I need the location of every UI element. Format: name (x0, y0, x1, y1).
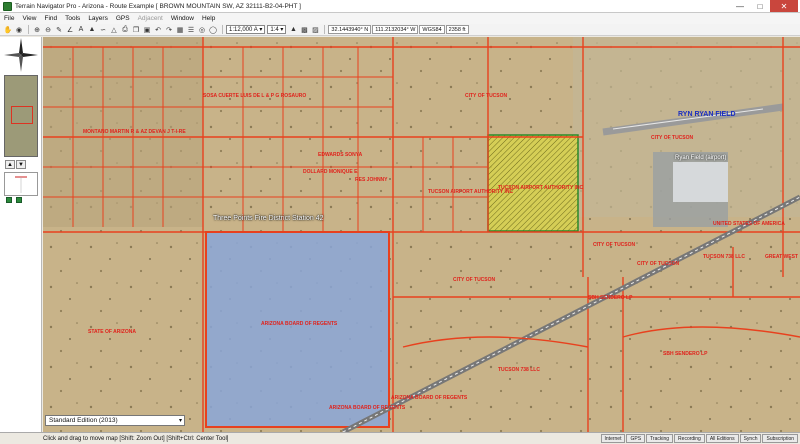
map-viewport[interactable]: RYN RYAN FIELD Ryan Field (airport) Thre… (43, 37, 800, 432)
parcel-label: CITY OF TUCSON (465, 93, 508, 99)
app-window: Terrain Navigator Pro - Arizona - Route … (0, 0, 800, 444)
layers-icon[interactable]: ☰ (186, 25, 196, 35)
grid-icon[interactable]: ▦ (175, 25, 185, 35)
app-logo-icon (3, 1, 12, 11)
left-panel: ▲ ▼ (0, 37, 42, 432)
menu-view[interactable]: View (22, 15, 36, 22)
edition-select[interactable]: Standard Edition (2013) ▾ (45, 415, 185, 426)
title-bar: Terrain Navigator Pro - Arizona - Route … (0, 0, 800, 13)
parcel-label: UNITED STATES OF AMERICA (713, 221, 785, 227)
parcel-label: DOLLARD MONIQUE E (303, 169, 358, 175)
window-title: Terrain Navigator Pro - Arizona - Route … (15, 2, 301, 10)
overview-viewport[interactable] (11, 106, 33, 124)
menu-help[interactable]: Help (202, 15, 215, 22)
status-internet: Internet (600, 434, 626, 443)
gps-icon[interactable]: ◎ (197, 25, 207, 35)
aerial-icon[interactable]: ▩ (299, 25, 309, 35)
parcel-label: CITY OF TUCSON (593, 242, 636, 248)
menu-tools[interactable]: Tools (65, 15, 80, 22)
datum-readout: WGS84 (419, 25, 445, 34)
parcel-label: SBH SENDERO LP (588, 295, 633, 301)
terrain-icon[interactable]: ▲ (288, 25, 298, 35)
longitude-readout: 111.2132034° W (372, 25, 419, 34)
waypoint-icon[interactable]: ▲ (87, 25, 97, 35)
profile-icon[interactable]: △ (109, 25, 119, 35)
parcel-label: MONTANO MARTIN R & AZ DEVAN J T-I-RE (83, 129, 186, 135)
text-tool-icon[interactable]: A (76, 25, 86, 35)
airport-label: RYN RYAN FIELD (678, 111, 736, 118)
toolbar: ✋ ◉ ⊕ ⊖ ✎ ∠ A ▲ ∽ △ ⎙ ❐ ▣ ↶ ↷ ▦ ☰ ◎ ◯ 1:… (0, 24, 800, 36)
maximize-button[interactable]: □ (750, 0, 770, 12)
parcel-label: TUCSON 738 LLC (498, 367, 540, 373)
status-subscription: Subscription (762, 434, 798, 443)
menu-layers[interactable]: Layers (88, 15, 108, 22)
parcel-label: CITY OF TUCSON (651, 135, 694, 141)
airport-name-label: Ryan Field (airport) (675, 155, 727, 161)
latitude-readout: 32.1443940° N (328, 25, 372, 34)
ratio-select[interactable]: 1:4 ▾ (267, 25, 287, 34)
binoculars-icon[interactable]: ◉ (14, 25, 24, 35)
parcel-label: CITY OF TUCSON (637, 261, 680, 267)
status-recording: Recording (674, 434, 705, 443)
parcel-label: CITY OF TUCSON (453, 277, 496, 283)
elevation-profile (4, 172, 38, 196)
status-message: Click and drag to move map [Shift: Zoom … (43, 435, 229, 442)
save-icon[interactable]: ▣ (142, 25, 152, 35)
parcel-label: TUCSON 738 LLC (703, 254, 745, 260)
menu-bar: File View Find Tools Layers GPS Adjacent… (0, 13, 800, 24)
zoom-down-button[interactable]: ▼ (16, 160, 26, 169)
parcel-label: GREAT WEST (765, 254, 798, 260)
minimize-button[interactable]: — (730, 0, 750, 12)
elevation-readout: 2358 ft (445, 25, 469, 34)
close-button[interactable]: ✕ (770, 0, 798, 12)
overview-map[interactable] (4, 75, 38, 157)
menu-find[interactable]: Find (44, 15, 57, 22)
copy-icon[interactable]: ❐ (131, 25, 141, 35)
parcel-label: SBH SENDERO LP (663, 351, 708, 357)
compass-rose-icon (4, 38, 38, 72)
status-bar: Click and drag to move map [Shift: Zoom … (0, 432, 800, 444)
forward-icon[interactable]: ↷ (164, 25, 174, 35)
parcel-label: TUCSON AIRPORT AUTHORITY INC (498, 185, 584, 191)
measure-icon[interactable]: ∠ (65, 25, 75, 35)
zoom-in-icon[interactable]: ⊕ (32, 25, 42, 35)
gps-status-icon (6, 197, 12, 203)
chevron-down-icon: ▾ (178, 418, 182, 424)
menu-window[interactable]: Window (171, 15, 194, 22)
parcel-label: SOSA CUERTE LUIS DE L & P G ROSAURO (203, 93, 307, 99)
scale-select[interactable]: 1:12,000 A ▾ (226, 25, 266, 34)
parcel-label: ARIZONA BOARD OF REGENTS (391, 395, 468, 401)
pencil-icon[interactable]: ✎ (54, 25, 64, 35)
parcel-label: ARIZONA BOARD OF REGENTS (329, 405, 406, 411)
menu-gps[interactable]: GPS (116, 15, 130, 22)
zoom-up-button[interactable]: ▲ (5, 160, 15, 169)
parcel-label: RES JOHNNY (355, 177, 388, 183)
globe-icon[interactable]: ◯ (208, 25, 218, 35)
menu-adjacent[interactable]: Adjacent (138, 15, 163, 22)
parcel-label: ARIZONA BOARD OF REGENTS (261, 321, 338, 327)
route-icon[interactable]: ∽ (98, 25, 108, 35)
status-gps: GPS (626, 434, 646, 443)
signal-status-icon (16, 197, 22, 203)
status-all-editions: All Editions (705, 434, 739, 443)
status-tracking: Tracking (646, 434, 674, 443)
parcel-label: STATE OF ARIZONA (88, 329, 136, 335)
hand-pan-icon[interactable]: ✋ (3, 25, 13, 35)
back-icon[interactable]: ↶ (153, 25, 163, 35)
zoom-out-icon[interactable]: ⊖ (43, 25, 53, 35)
hybrid-icon[interactable]: ▨ (310, 25, 320, 35)
fire-station-label: Three Points Fire District Station 42 (213, 215, 324, 222)
menu-file[interactable]: File (4, 15, 14, 22)
parcel-label: EDWARDS SONYA (318, 152, 363, 158)
print-icon[interactable]: ⎙ (120, 25, 130, 35)
parcel-map-canvas[interactable] (43, 37, 800, 432)
status-synch: Synch (739, 434, 762, 443)
